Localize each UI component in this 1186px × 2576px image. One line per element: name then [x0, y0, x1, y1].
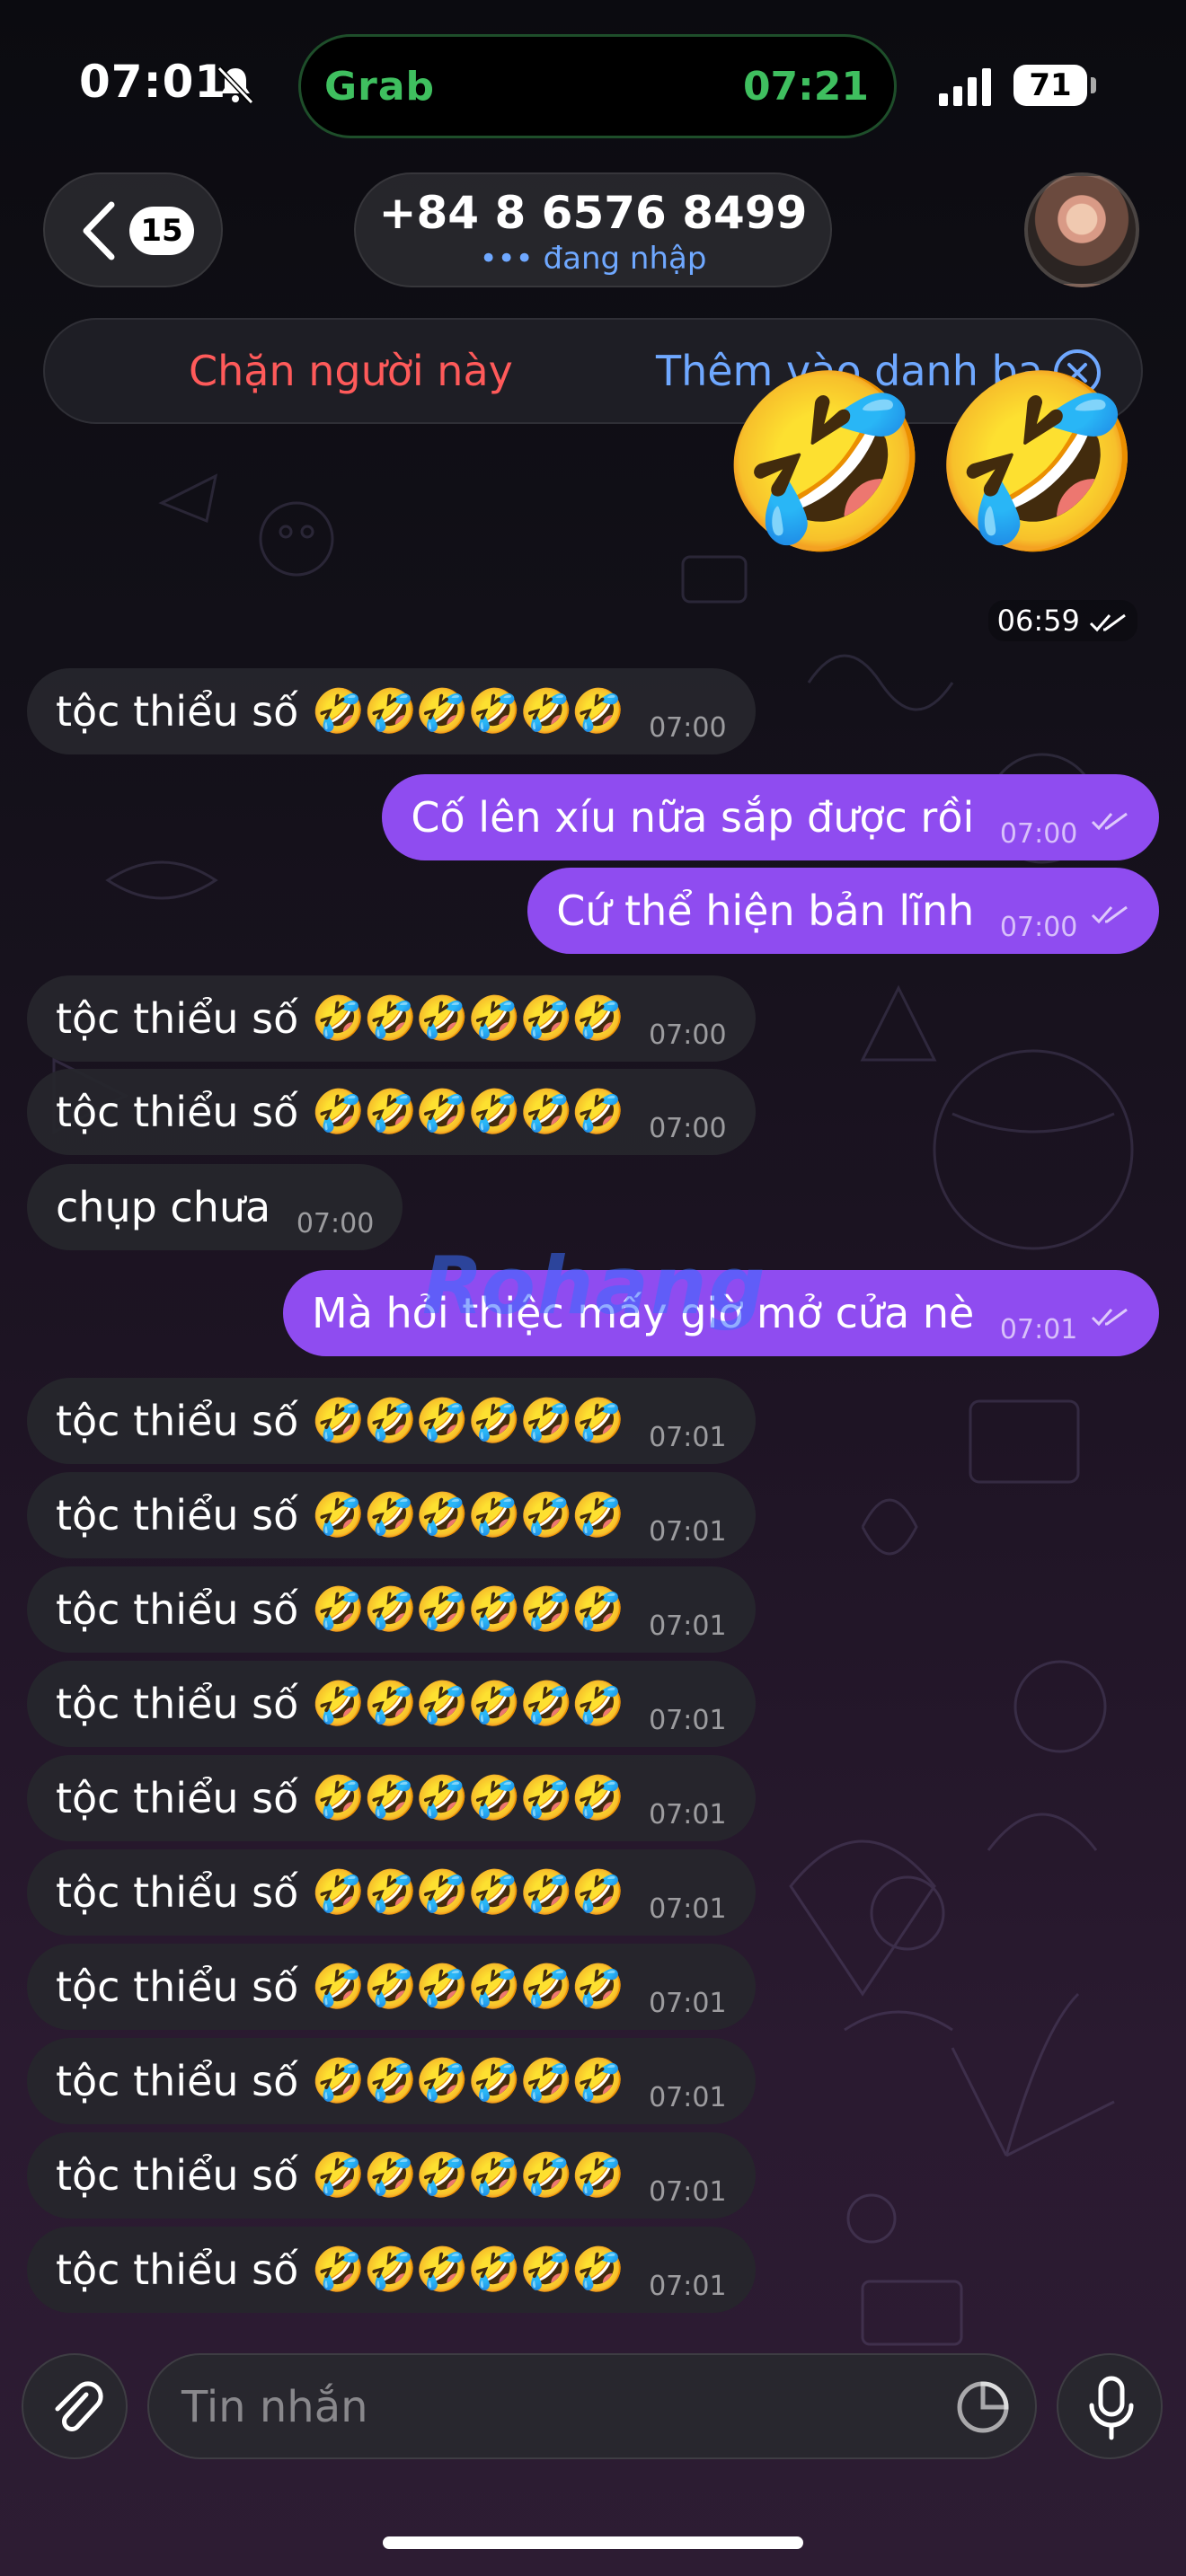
- message-bubble-incoming[interactable]: chụp chưa 07:00: [27, 1164, 403, 1250]
- message-bubble-incoming[interactable]: tộc thiểu số 🤣🤣🤣🤣🤣🤣 07:01: [27, 2227, 756, 2313]
- contact-phone: +84 8 6576 8499: [378, 187, 808, 239]
- status-time: 07:01: [79, 56, 227, 108]
- double-check-icon: [1091, 812, 1128, 830]
- message-bubble-incoming[interactable]: tộc thiểu số 🤣🤣🤣🤣🤣🤣 07:01: [27, 1849, 756, 1936]
- message-bubble-incoming[interactable]: tộc thiểu số 🤣🤣🤣🤣🤣🤣 07:00: [27, 1069, 756, 1155]
- bell-slash-icon: [217, 66, 254, 105]
- message-bubble-incoming[interactable]: tộc thiểu số 🤣🤣🤣🤣🤣🤣 07:00: [27, 975, 756, 1062]
- live-activity-time: 07:21: [742, 64, 869, 110]
- home-indicator[interactable]: [383, 2536, 803, 2549]
- typing-status: ••• đang nhập: [479, 241, 707, 277]
- message-bubble-incoming[interactable]: tộc thiểu số 🤣🤣🤣🤣🤣🤣 07:01: [27, 1944, 756, 2030]
- message-time: 06:59: [987, 600, 1137, 641]
- avatar[interactable]: [1024, 172, 1139, 287]
- live-activity-app: Grab: [324, 64, 436, 110]
- double-check-icon: [1091, 1308, 1128, 1326]
- message-input[interactable]: Tin nhắn: [147, 2353, 1037, 2459]
- typing-dots-icon: •••: [479, 241, 534, 277]
- sticker-icon[interactable]: [954, 2378, 1012, 2436]
- message-bubble-incoming[interactable]: tộc thiểu số 🤣🤣🤣🤣🤣🤣 07:01: [27, 1472, 756, 1558]
- message-bubble-incoming[interactable]: tộc thiểu số 🤣🤣🤣🤣🤣🤣 07:01: [27, 2038, 756, 2124]
- signal-icon: [939, 68, 991, 106]
- message-bubble-incoming[interactable]: tộc thiểu số 🤣🤣🤣🤣🤣🤣 07:01: [27, 1566, 756, 1653]
- message-bubble-incoming[interactable]: tộc thiểu số 🤣🤣🤣🤣🤣🤣 07:01: [27, 2132, 756, 2219]
- message-bubble-outgoing[interactable]: Cứ thể hiện bản lĩnh 07:00: [527, 868, 1159, 954]
- chat-title[interactable]: +84 8 6576 8499 ••• đang nhập: [354, 172, 832, 287]
- message-input-placeholder: Tin nhắn: [181, 2382, 368, 2432]
- battery-indicator: 71: [1013, 65, 1096, 106]
- watermark-logo: Rohang: [422, 1239, 767, 1332]
- voice-message-button[interactable]: [1057, 2353, 1163, 2459]
- microphone-icon: [1089, 2376, 1134, 2440]
- message-bubble-outgoing[interactable]: Cố lên xíu nữa sắp được rồi 07:00: [382, 774, 1159, 860]
- message-bubble-incoming[interactable]: tộc thiểu số 🤣🤣🤣🤣🤣🤣 07:01: [27, 1378, 756, 1464]
- unread-count-badge: 15: [129, 207, 194, 255]
- message-bubble-incoming[interactable]: tộc thiểu số 🤣🤣🤣🤣🤣🤣 07:01: [27, 1755, 756, 1841]
- message-bubble-incoming[interactable]: tộc thiểu số 🤣🤣🤣🤣🤣🤣 07:00: [27, 668, 756, 754]
- double-check-icon: [1089, 613, 1126, 632]
- status-bar: 07:01 Grab 07:21 71: [0, 0, 1186, 171]
- live-activity-island[interactable]: Grab 07:21: [298, 34, 897, 138]
- double-check-icon: [1091, 905, 1128, 923]
- attach-button[interactable]: [22, 2353, 128, 2459]
- block-user-button[interactable]: Chặn người này: [189, 347, 513, 395]
- chevron-left-icon: [83, 201, 115, 260]
- paperclip-icon: [55, 2381, 103, 2431]
- emoji-large: 🤣🤣: [719, 363, 1145, 561]
- message-bubble-incoming[interactable]: tộc thiểu số 🤣🤣🤣🤣🤣🤣 07:01: [27, 1661, 756, 1747]
- back-button[interactable]: 15: [43, 172, 223, 287]
